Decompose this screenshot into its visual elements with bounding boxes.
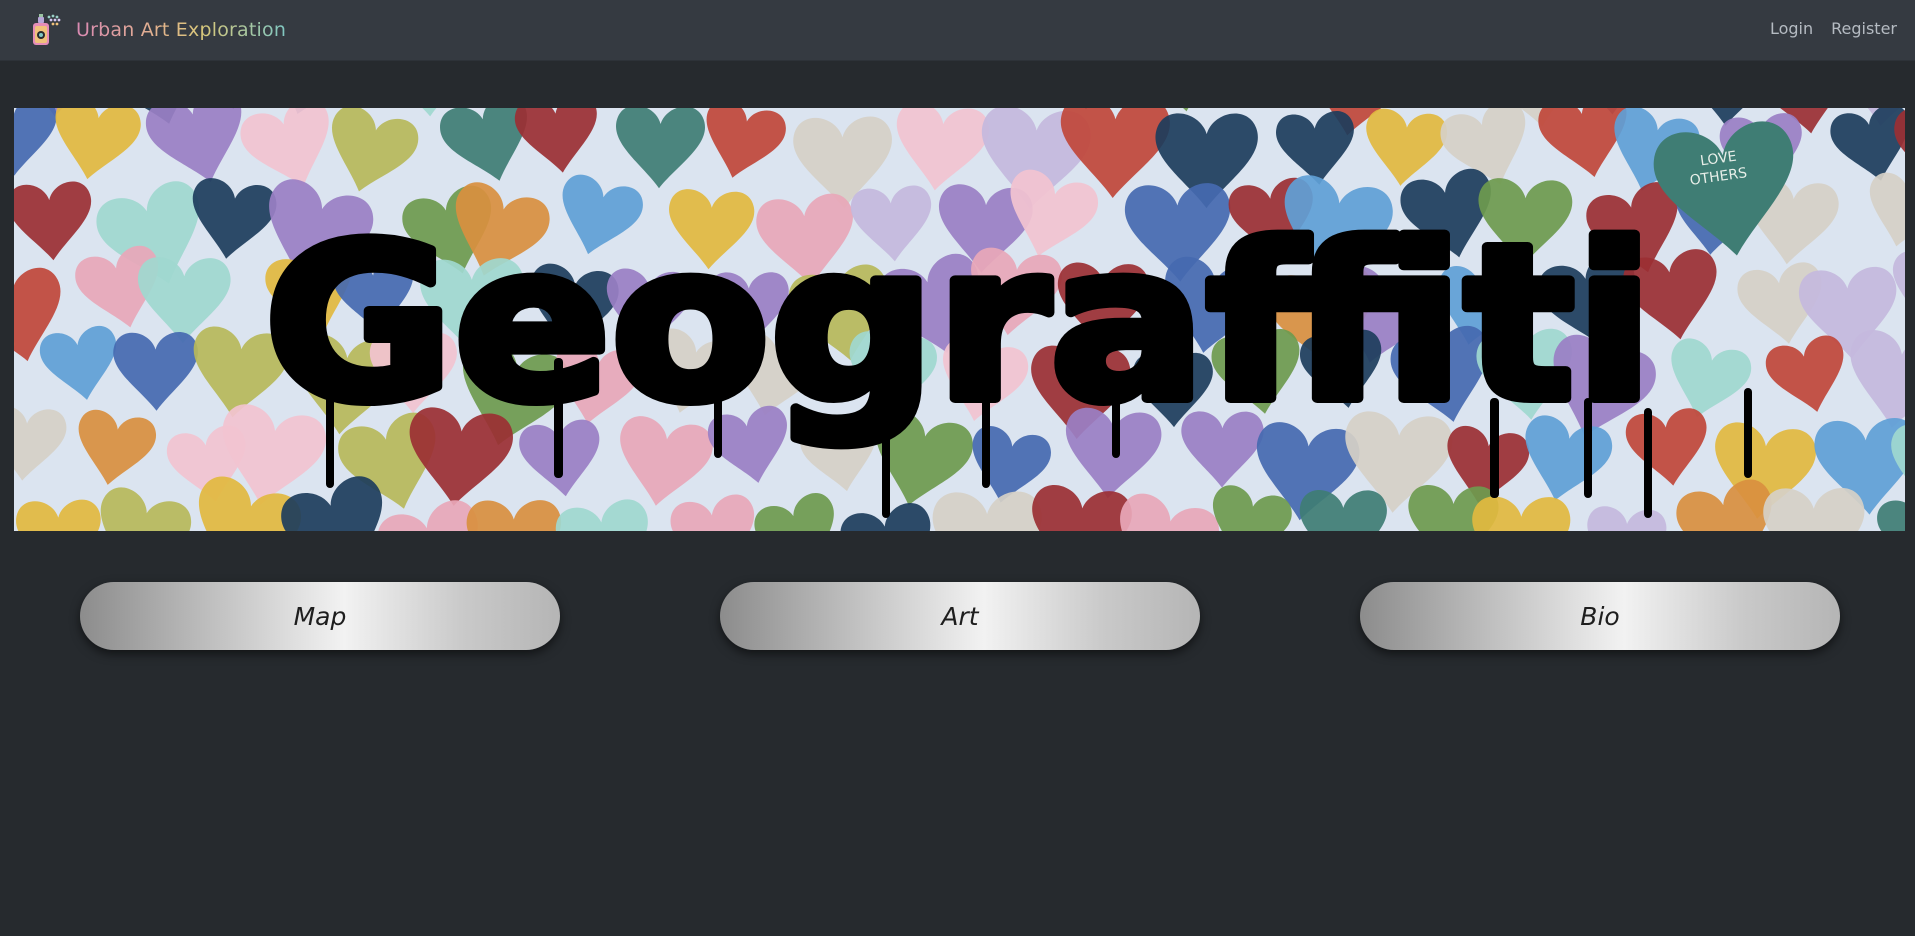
spray-can-icon [33,14,61,45]
register-link[interactable]: Register [1831,19,1897,38]
nav-links: Login Register [1770,19,1897,38]
hero-banner: LOVE OTHERS Geograffiti [14,108,1905,531]
hero-title: Geograffiti [264,198,1654,449]
login-link[interactable]: Login [1770,19,1813,38]
bio-button[interactable]: Bio [1360,582,1840,650]
brand-link[interactable]: Urban Art Exploration [30,12,286,48]
brand-title: Urban Art Exploration [76,19,287,41]
navbar: Urban Art Exploration Login Register [0,0,1915,61]
map-button[interactable]: Map [80,582,560,650]
art-button[interactable]: Art [720,582,1200,650]
hero-image: LOVE OTHERS Geograffiti [14,108,1905,531]
